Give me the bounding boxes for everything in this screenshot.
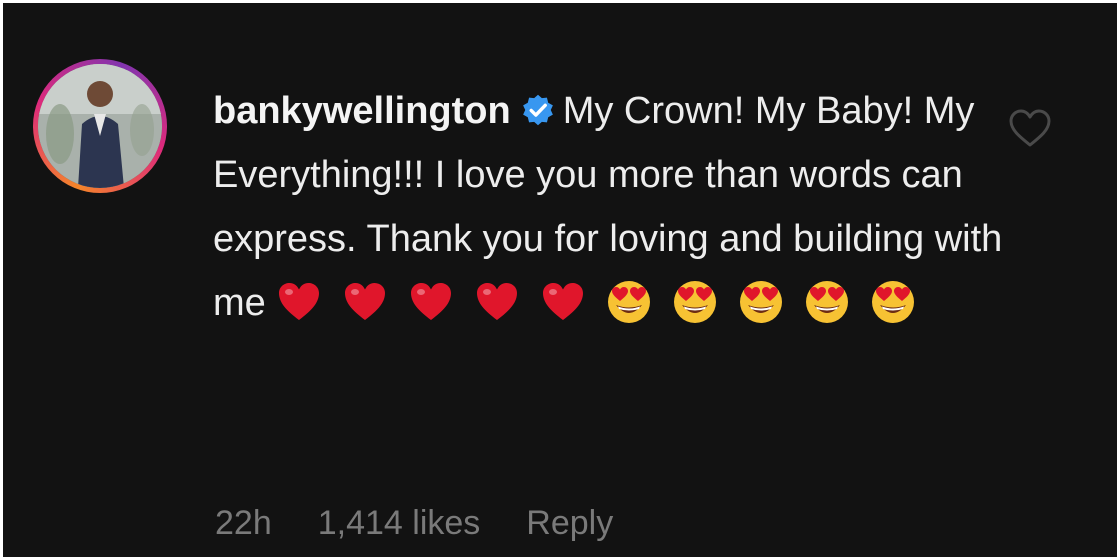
comment-meta: 22h 1,414 likes Reply	[215, 503, 613, 543]
comment-body: bankywellington My Crown! My Baby! My Eve…	[213, 79, 1013, 335]
avatar-story-ring[interactable]	[33, 59, 167, 193]
comment-time: 22h	[215, 504, 272, 542]
comment-panel: bankywellington My Crown! My Baby! My Eve…	[3, 3, 1117, 557]
heart-eyes-emoji	[870, 279, 916, 325]
emoji-row	[276, 279, 936, 325]
avatar[interactable]	[38, 64, 162, 188]
comment-likes[interactable]: 1,414 likes	[318, 503, 481, 543]
verified-badge-icon	[521, 93, 555, 127]
like-heart-icon[interactable]	[1008, 108, 1052, 148]
heart-eyes-emoji	[606, 279, 652, 325]
red-heart-icon	[342, 279, 388, 325]
red-heart-icon	[276, 279, 322, 325]
red-heart-icon	[540, 279, 586, 325]
red-heart-icon	[408, 279, 454, 325]
heart-eyes-emoji	[804, 279, 850, 325]
reply-button[interactable]: Reply	[526, 503, 613, 543]
heart-eyes-emoji	[738, 279, 784, 325]
avatar-photo-icon	[38, 64, 162, 188]
heart-eyes-emoji	[672, 279, 718, 325]
comment-username[interactable]: bankywellington	[213, 90, 511, 132]
red-heart-icon	[474, 279, 520, 325]
